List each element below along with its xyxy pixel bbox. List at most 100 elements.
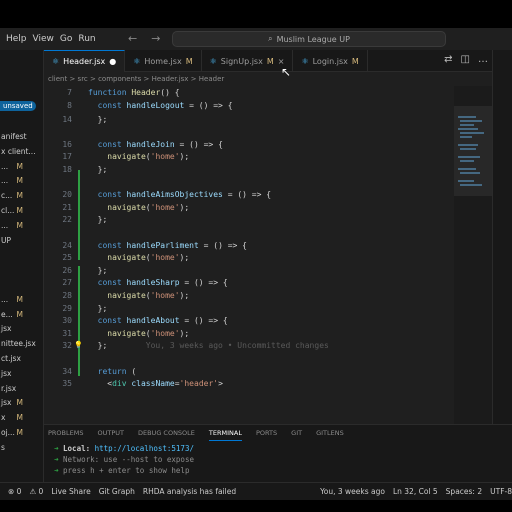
code-line[interactable]: 8 const handleLogout = () => { bbox=[44, 101, 474, 113]
code-text: const handleJoin = () => { bbox=[97, 139, 223, 149]
line-number: 29 bbox=[62, 303, 72, 313]
code-line[interactable]: 31 navigate('home'); bbox=[44, 329, 474, 341]
status-item[interactable]: Git Graph bbox=[99, 487, 135, 496]
compare-icon[interactable]: ⇄ bbox=[444, 54, 452, 65]
explorer-item[interactable] bbox=[0, 248, 43, 263]
breadcrumb[interactable]: client > src > components > Header.jsx >… bbox=[44, 72, 492, 86]
explorer-item[interactable]: r.jsx bbox=[0, 382, 43, 397]
command-center-search[interactable]: ⌕ Muslim League UP bbox=[172, 31, 446, 47]
code-editor[interactable]: 7 function Header() {8 const handleLogout… bbox=[44, 86, 492, 424]
explorer-item[interactable]: cl... M bbox=[0, 204, 43, 219]
code-line[interactable]: 26 }; bbox=[44, 266, 474, 278]
editor-tab[interactable]: ⚛ Header.jsx ● bbox=[44, 50, 126, 72]
explorer-item[interactable]: s bbox=[0, 441, 43, 456]
modified-badge: M bbox=[16, 220, 23, 230]
explorer-item[interactable]: e... M bbox=[0, 308, 43, 323]
line-number: 30 bbox=[62, 316, 72, 326]
explorer-item[interactable]: jsx bbox=[0, 367, 43, 382]
status-item[interactable]: RHDA analysis has failed bbox=[143, 487, 236, 496]
code-line[interactable]: 14 }; bbox=[44, 115, 474, 127]
code-line[interactable]: 24 const handleParliment = () => { bbox=[44, 241, 474, 253]
explorer-item[interactable]: ... M bbox=[0, 219, 43, 234]
explorer-item[interactable]: nittee.jsx bbox=[0, 337, 43, 352]
modified-badge: M bbox=[16, 413, 23, 423]
menu-go[interactable]: Go bbox=[60, 34, 72, 44]
explorer-item[interactable]: ... M bbox=[0, 160, 43, 175]
code-line[interactable]: 29 }; bbox=[44, 304, 474, 316]
line-number: 17 bbox=[62, 152, 72, 162]
explorer-item-label: c... bbox=[1, 191, 13, 201]
explorer-item[interactable]: xM bbox=[0, 411, 43, 426]
explorer-item[interactable]: UP bbox=[0, 234, 43, 249]
code-text: const handleParliment = () => { bbox=[97, 240, 247, 250]
back-arrow-icon[interactable]: ← bbox=[128, 32, 137, 45]
forward-arrow-icon[interactable]: → bbox=[151, 32, 160, 45]
line-number: 21 bbox=[62, 202, 72, 212]
status-item[interactable]: Spaces: 2 bbox=[446, 487, 482, 496]
explorer-item[interactable]: ct.jsx bbox=[0, 352, 43, 367]
editor-tab[interactable]: ⚛ Login.jsx M bbox=[293, 50, 368, 72]
explorer-item[interactable]: jsx bbox=[0, 322, 43, 337]
explorer-item[interactable]: jsx M bbox=[0, 396, 43, 411]
split-editor-icon[interactable]: ◫ bbox=[461, 54, 470, 65]
panel-tab-terminal[interactable]: TERMINAL bbox=[208, 429, 242, 441]
status-item[interactable]: UTF-8 bbox=[490, 487, 512, 496]
code-line[interactable]: 35 <div className='header'> bbox=[44, 379, 474, 391]
localhost-link[interactable]: http://localhost:5173/ bbox=[95, 444, 194, 453]
modified-badge: M bbox=[351, 56, 359, 66]
line-number: 31 bbox=[62, 328, 72, 338]
code-line[interactable]: 16 const handleJoin = () => { bbox=[44, 140, 474, 152]
menu-view[interactable]: View bbox=[33, 34, 54, 44]
modified-badge: M bbox=[16, 205, 23, 215]
editor-tab[interactable]: ⚛ Home.jsx M bbox=[125, 50, 202, 72]
menu-help[interactable]: Help bbox=[6, 34, 27, 44]
explorer-item[interactable]: ... M bbox=[0, 293, 43, 308]
panel-tab-debug-console[interactable]: DEBUG CONSOLE bbox=[138, 429, 195, 441]
code-line[interactable] bbox=[44, 127, 474, 139]
code-text: }; bbox=[88, 303, 108, 313]
status-item[interactable]: Live Share bbox=[51, 487, 90, 496]
lightbulb-icon[interactable]: 💡 bbox=[74, 341, 83, 349]
code-line[interactable]: 27 const handleSharp = () => { bbox=[44, 278, 474, 290]
code-line[interactable]: 25 navigate('home'); bbox=[44, 253, 474, 265]
code-line[interactable]: 22 }; bbox=[44, 215, 474, 227]
code-line[interactable]: 30 const handleAbout = () => { bbox=[44, 316, 474, 328]
status-item[interactable]: Ln 32, Col 5 bbox=[393, 487, 438, 496]
terminal-output[interactable]: ➜ Local: http://localhost:5173/ ➜ Networ… bbox=[44, 443, 512, 476]
explorer-item[interactable] bbox=[0, 263, 43, 278]
panel-tab-problems[interactable]: PROBLEMS bbox=[48, 429, 83, 441]
code-line[interactable]: 7 function Header() { bbox=[44, 88, 474, 100]
explorer-item-label: oj... bbox=[1, 427, 15, 437]
explorer-item[interactable] bbox=[0, 456, 43, 471]
code-line[interactable] bbox=[44, 178, 474, 190]
code-line[interactable]: 28 navigate('home'); bbox=[44, 291, 474, 303]
editor-tab[interactable]: ⚛ SignUp.jsx M × bbox=[202, 50, 294, 72]
explorer-item[interactable]: c... M bbox=[0, 189, 43, 204]
panel-tab-ports[interactable]: PORTS bbox=[256, 429, 277, 441]
status-item[interactable]: ⊗ 0 bbox=[8, 487, 21, 496]
code-line[interactable]: 34 return ( bbox=[44, 367, 474, 379]
panel-tab-git[interactable]: GIT bbox=[291, 429, 302, 441]
code-line[interactable]: 17 navigate('home'); bbox=[44, 152, 474, 164]
code-line[interactable]: 20 const handleAimsObjectives = () => { bbox=[44, 190, 474, 202]
more-actions-icon[interactable]: … bbox=[478, 54, 488, 65]
explorer-item[interactable]: oj... M bbox=[0, 426, 43, 441]
explorer-item[interactable] bbox=[0, 278, 43, 293]
code-line[interactable]: 32 }; You, 3 weeks ago • Uncommitted cha… bbox=[44, 341, 474, 353]
explorer-item-label: x bbox=[1, 413, 6, 423]
status-item[interactable]: You, 3 weeks ago bbox=[320, 487, 385, 496]
explorer-item[interactable]: anifest bbox=[0, 130, 43, 145]
line-number: 14 bbox=[62, 114, 72, 124]
status-item[interactable]: ⚠ 0 bbox=[29, 487, 43, 496]
explorer-item[interactable]: ... M bbox=[0, 174, 43, 189]
code-line[interactable] bbox=[44, 228, 474, 240]
code-line[interactable]: 18 }; bbox=[44, 165, 474, 177]
panel-tab-gitlens[interactable]: GITLENS bbox=[316, 429, 344, 441]
panel-tab-output[interactable]: OUTPUT bbox=[97, 429, 124, 441]
unsaved-dot-icon[interactable]: ● bbox=[109, 57, 116, 66]
code-line[interactable] bbox=[44, 354, 474, 366]
explorer-item[interactable]: x client... bbox=[0, 145, 43, 160]
menu-bar: Help View Go Run bbox=[0, 34, 96, 44]
code-line[interactable]: 21 navigate('home'); bbox=[44, 203, 474, 215]
menu-run[interactable]: Run bbox=[78, 34, 95, 44]
